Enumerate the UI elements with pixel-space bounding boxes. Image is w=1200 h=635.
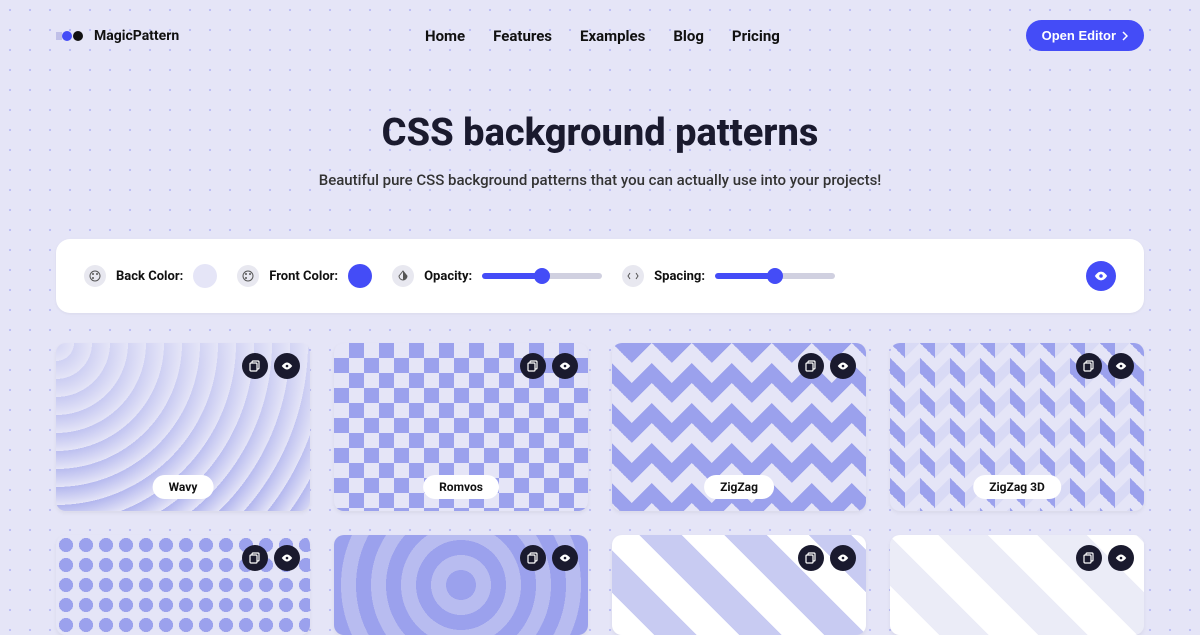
back-color-label: Back Color:: [116, 269, 183, 284]
copy-css-button[interactable]: [798, 353, 824, 379]
pattern-name: Wavy: [153, 475, 214, 499]
back-color-group: Back Color:: [84, 264, 217, 288]
copy-icon: [249, 552, 261, 564]
pattern-grid: Wavy Romvos ZigZag ZigZag 3D: [56, 343, 1144, 635]
eye-icon: [836, 551, 850, 565]
copy-icon: [527, 552, 539, 564]
eye-icon: [558, 359, 572, 373]
preview-pattern-button[interactable]: [1108, 545, 1134, 571]
copy-css-button[interactable]: [242, 545, 268, 571]
copy-css-button[interactable]: [1076, 545, 1102, 571]
open-editor-button[interactable]: Open Editor: [1026, 20, 1144, 51]
opacity-label: Opacity:: [424, 269, 472, 284]
opacity-group: Opacity:: [392, 265, 602, 287]
copy-icon: [1083, 360, 1095, 372]
opacity-slider[interactable]: [482, 273, 602, 279]
open-editor-label: Open Editor: [1042, 28, 1116, 43]
logo-mark-icon: [56, 29, 86, 43]
nav-examples[interactable]: Examples: [580, 27, 645, 45]
slider-thumb[interactable]: [767, 268, 783, 284]
spacing-slider[interactable]: [715, 273, 835, 279]
brand-name: MagicPattern: [94, 28, 179, 44]
copy-css-button[interactable]: [520, 545, 546, 571]
pattern-name: ZigZag 3D: [973, 475, 1061, 499]
eye-icon: [280, 359, 294, 373]
copy-css-button[interactable]: [520, 353, 546, 379]
copy-css-button[interactable]: [242, 353, 268, 379]
slider-thumb[interactable]: [534, 268, 550, 284]
preview-pattern-button[interactable]: [1108, 353, 1134, 379]
spacing-label: Spacing:: [654, 269, 705, 284]
copy-icon: [527, 360, 539, 372]
pattern-card-romvos[interactable]: Romvos: [334, 343, 588, 511]
hero: CSS background patterns Beautiful pure C…: [56, 71, 1144, 219]
copy-icon: [249, 360, 261, 372]
pattern-card[interactable]: [890, 535, 1144, 635]
nav-home[interactable]: Home: [425, 27, 465, 45]
pattern-card[interactable]: [56, 535, 310, 635]
chevron-right-icon: [1122, 31, 1128, 41]
eye-icon: [558, 551, 572, 565]
pattern-card-wavy[interactable]: Wavy: [56, 343, 310, 511]
pattern-name: Romvos: [423, 475, 499, 499]
palette-icon: [84, 265, 106, 287]
nav-blog[interactable]: Blog: [673, 27, 704, 45]
pattern-name: ZigZag: [704, 475, 774, 499]
page-title: CSS background patterns: [56, 111, 1144, 155]
preview-button[interactable]: [1086, 261, 1116, 291]
copy-icon: [1083, 552, 1095, 564]
copy-css-button[interactable]: [798, 545, 824, 571]
preview-pattern-button[interactable]: [274, 545, 300, 571]
spacing-icon: [622, 265, 644, 287]
pattern-card[interactable]: [612, 535, 866, 635]
pattern-card-zigzag3d[interactable]: ZigZag 3D: [890, 343, 1144, 511]
page-subtitle: Beautiful pure CSS background patterns t…: [56, 171, 1144, 189]
eye-icon: [836, 359, 850, 373]
nav-pricing[interactable]: Pricing: [732, 27, 780, 45]
main-nav: Home Features Examples Blog Pricing: [425, 27, 780, 45]
copy-css-button[interactable]: [1076, 353, 1102, 379]
nav-features[interactable]: Features: [493, 27, 552, 45]
preview-pattern-button[interactable]: [552, 353, 578, 379]
pattern-card[interactable]: [334, 535, 588, 635]
spacing-group: Spacing:: [622, 265, 835, 287]
copy-icon: [805, 552, 817, 564]
toolbar: Back Color: Front Color: Opacity: Spacin…: [56, 239, 1144, 313]
logo[interactable]: MagicPattern: [56, 28, 179, 44]
preview-pattern-button[interactable]: [830, 545, 856, 571]
copy-icon: [805, 360, 817, 372]
eye-icon: [1114, 359, 1128, 373]
header: MagicPattern Home Features Examples Blog…: [56, 0, 1144, 71]
back-color-swatch[interactable]: [193, 264, 217, 288]
eye-icon: [1094, 269, 1108, 283]
front-color-label: Front Color:: [269, 269, 338, 284]
front-color-swatch[interactable]: [348, 264, 372, 288]
pattern-card-zigzag[interactable]: ZigZag: [612, 343, 866, 511]
preview-pattern-button[interactable]: [274, 353, 300, 379]
eye-icon: [1114, 551, 1128, 565]
preview-pattern-button[interactable]: [552, 545, 578, 571]
palette-icon: [237, 265, 259, 287]
opacity-icon: [392, 265, 414, 287]
front-color-group: Front Color:: [237, 264, 372, 288]
preview-pattern-button[interactable]: [830, 353, 856, 379]
eye-icon: [280, 551, 294, 565]
